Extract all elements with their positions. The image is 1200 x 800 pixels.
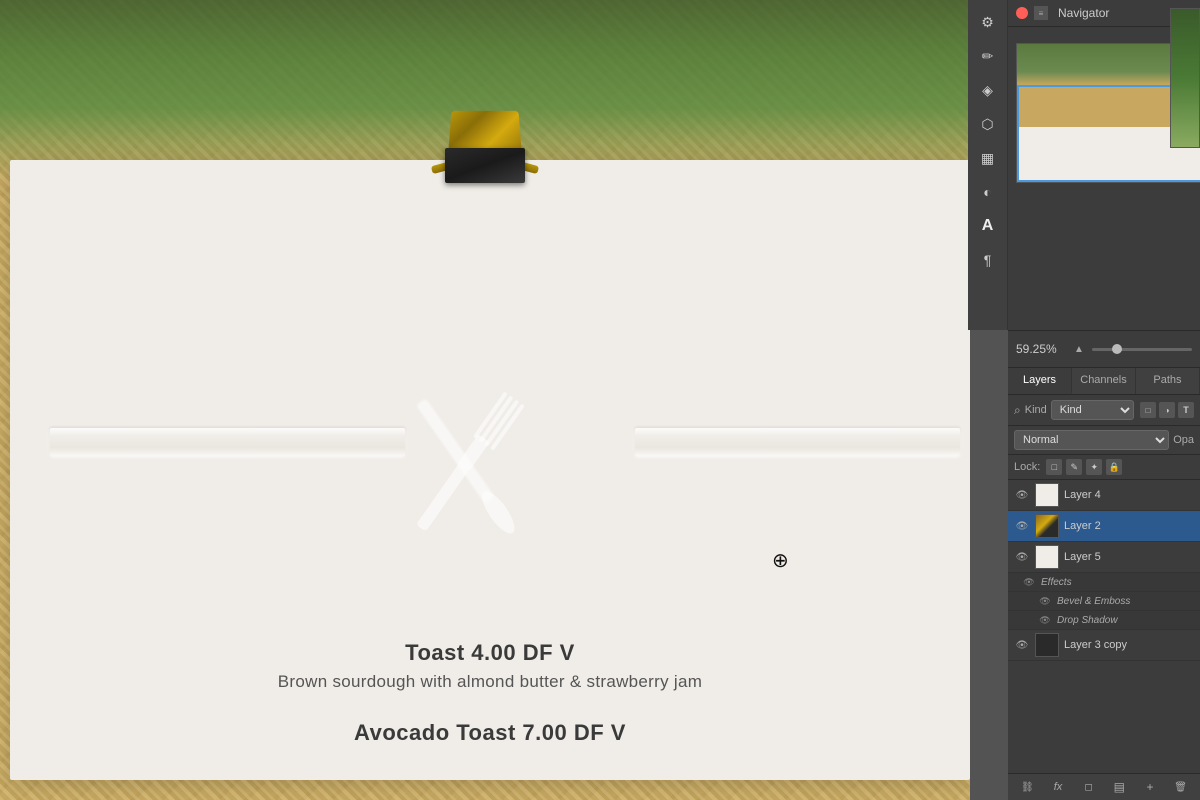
layer-row[interactable]: 👁 Layer 4 — [1008, 480, 1200, 511]
card-text-area: Toast 4.00 DF V Brown sourdough with alm… — [50, 640, 930, 746]
tool-levels[interactable]: ▦ — [974, 144, 1002, 172]
clip-body — [445, 148, 525, 183]
zoom-value: 59.25% — [1016, 342, 1066, 356]
lock-label: Lock: — [1014, 461, 1040, 473]
tool-options[interactable]: ⚙ — [974, 8, 1002, 36]
layers-bottom-toolbar: ⛓ fx ◻ ▤ + 🗑 — [1008, 773, 1200, 800]
new-layer-button[interactable]: + — [1141, 778, 1159, 796]
tool-type[interactable]: A — [974, 212, 1002, 240]
tab-channels[interactable]: Channels — [1072, 368, 1136, 394]
effects-visibility-toggle[interactable]: 👁 — [1022, 575, 1036, 589]
navigator-thumbnail-container — [1008, 27, 1200, 199]
kind-select[interactable]: Kind — [1051, 400, 1134, 420]
layer-row[interactable]: 👁 Layer 5 — [1008, 542, 1200, 573]
filter-row: ⌕ Kind Kind □ ◑ T — [1008, 395, 1200, 426]
type-filter-icon[interactable]: T — [1178, 402, 1194, 418]
navigator-title: Navigator — [1058, 6, 1109, 20]
layer-name: Layer 2 — [1064, 520, 1194, 532]
layer-list[interactable]: 👁 Layer 4 👁 Layer 2 👁 Layer 5 👁 Effects … — [1008, 480, 1200, 773]
effect-visibility-toggle[interactable]: 👁 — [1038, 613, 1052, 627]
link-layers-button[interactable]: ⛓ — [1018, 778, 1036, 796]
menu-item-1-title: Toast 4.00 DF V — [50, 640, 930, 666]
emboss-bar-left — [50, 428, 405, 456]
layers-tabs: Layers Channels Paths — [1008, 368, 1200, 395]
emboss-bar-right — [635, 428, 960, 456]
panel-close-button[interactable] — [1016, 7, 1028, 19]
layer-name: Layer 5 — [1064, 551, 1194, 563]
panel-expand-button[interactable]: ≡ — [1034, 6, 1048, 20]
canvas-area: Toast 4.00 DF V Brown sourdough with alm… — [0, 0, 970, 800]
kind-filter-icons: □ ◑ T — [1140, 402, 1194, 418]
effect-name: Bevel & Emboss — [1057, 596, 1130, 607]
effect-name: Drop Shadow — [1057, 615, 1118, 626]
effect-row[interactable]: 👁 Drop Shadow — [1008, 611, 1200, 630]
zoom-bar: 59.25% ▲ — [1008, 330, 1200, 368]
utensils-icon — [360, 355, 580, 575]
zoom-up-button[interactable]: ▲ — [1074, 344, 1084, 355]
zoom-slider-handle[interactable] — [1112, 344, 1122, 354]
tab-layers[interactable]: Layers — [1008, 368, 1072, 394]
effects-label: Effects — [1041, 577, 1072, 588]
layer-visibility-toggle[interactable]: 👁 — [1014, 637, 1030, 653]
layers-panel: Layers Channels Paths ⌕ Kind Kind □ ◑ T … — [1008, 368, 1200, 800]
navigator-panel: ≡ Navigator — [1008, 0, 1200, 330]
blend-mode-select[interactable]: Normal — [1014, 430, 1169, 450]
tab-paths[interactable]: Paths — [1136, 368, 1200, 394]
tool-eraser[interactable]: ◈ — [974, 76, 1002, 104]
layer-thumbnail — [1035, 514, 1059, 538]
menu-card: Toast 4.00 DF V Brown sourdough with alm… — [10, 160, 970, 780]
zoom-slider[interactable] — [1092, 348, 1192, 351]
opacity-label: Opa — [1173, 434, 1194, 446]
menu-item-2-title: Avocado Toast 7.00 DF V — [50, 720, 930, 746]
lock-row: Lock: □ ✎ ✦ 🔒 — [1008, 455, 1200, 480]
pixel-filter-icon[interactable]: □ — [1140, 402, 1156, 418]
adjust-filter-icon[interactable]: ◑ — [1159, 402, 1175, 418]
effect-row[interactable]: 👁 Bevel & Emboss — [1008, 592, 1200, 611]
binder-clip — [430, 110, 540, 210]
search-icon: ⌕ — [1014, 403, 1021, 418]
layer-visibility-toggle[interactable]: 👁 — [1014, 549, 1030, 565]
effect-visibility-toggle[interactable]: 👁 — [1038, 594, 1052, 608]
menu-item-1-desc: Brown sourdough with almond butter & str… — [50, 672, 930, 692]
nav-thumb-side — [1170, 8, 1200, 148]
tool-brush[interactable]: ✏ — [974, 42, 1002, 70]
kind-label: Kind — [1025, 404, 1047, 416]
tools-panel: ⚙ ✏ ◈ ⬡ ▦ ◐ A ¶ — [968, 0, 1008, 330]
new-group-button[interactable]: ▤ — [1110, 778, 1128, 796]
layer-thumbnail — [1035, 483, 1059, 507]
layer-thumbnail — [1035, 633, 1059, 657]
layer-visibility-toggle[interactable]: 👁 — [1014, 518, 1030, 534]
layer-row[interactable]: 👁 Layer 3 copy — [1008, 630, 1200, 661]
tool-dodge[interactable]: ◐ — [974, 178, 1002, 206]
add-mask-button[interactable]: ◻ — [1080, 778, 1098, 796]
layer-row[interactable]: 👁 Layer 2 — [1008, 511, 1200, 542]
layer-thumbnail — [1035, 545, 1059, 569]
lock-pixels-button[interactable]: □ — [1046, 459, 1062, 475]
tool-select[interactable]: ⬡ — [974, 110, 1002, 138]
delete-layer-button[interactable]: 🗑 — [1172, 778, 1190, 796]
lock-icons: □ ✎ ✦ 🔒 — [1046, 459, 1122, 475]
lock-all-button[interactable]: 🔒 — [1106, 459, 1122, 475]
add-fx-button[interactable]: fx — [1049, 778, 1067, 796]
layer-name: Layer 3 copy — [1064, 639, 1194, 651]
layer-name: Layer 4 — [1064, 489, 1194, 501]
lock-position-button[interactable]: ✎ — [1066, 459, 1082, 475]
blend-mode-row: Normal Opa — [1008, 426, 1200, 455]
lock-move-button[interactable]: ✦ — [1086, 459, 1102, 475]
tool-paragraph[interactable]: ¶ — [974, 246, 1002, 274]
layer-visibility-toggle[interactable]: 👁 — [1014, 487, 1030, 503]
effects-row[interactable]: 👁 Effects — [1008, 573, 1200, 592]
